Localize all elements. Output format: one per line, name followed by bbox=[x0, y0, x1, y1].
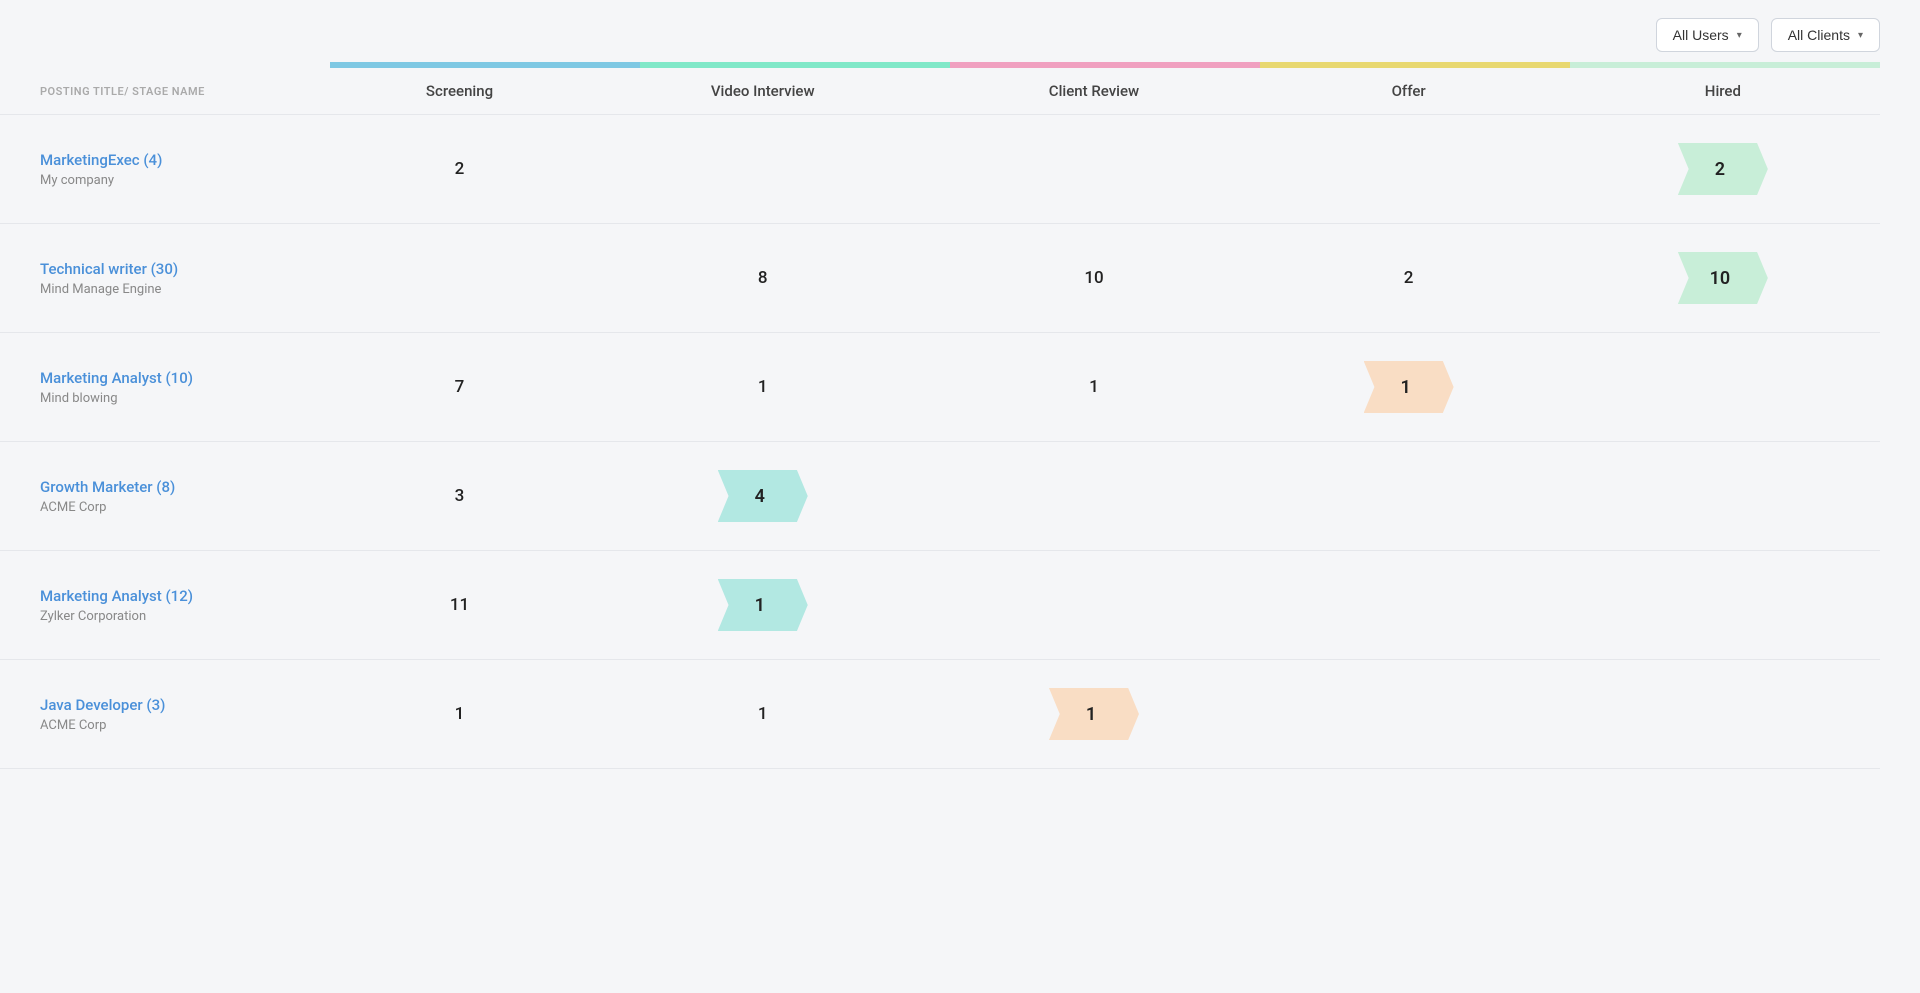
hired-badge: 2 bbox=[1678, 143, 1768, 195]
all-clients-label: All Clients bbox=[1788, 27, 1850, 43]
hired-cell: 10 bbox=[1566, 224, 1880, 333]
color-bar-segment bbox=[1570, 62, 1880, 68]
posting-company: Mind Manage Engine bbox=[40, 282, 310, 297]
client-review-cell: 1 bbox=[936, 660, 1251, 769]
screening-cell: 2 bbox=[330, 115, 589, 224]
video-interview-cell: 1 bbox=[589, 333, 936, 442]
posting-cell: Java Developer (3) ACME Corp bbox=[0, 660, 330, 769]
posting-cell: Growth Marketer (8) ACME Corp bbox=[0, 442, 330, 551]
client-review-cell bbox=[936, 551, 1251, 660]
offer-value: 2 bbox=[1404, 268, 1414, 288]
color-bar bbox=[330, 62, 1880, 68]
video-interview-cell: 1 bbox=[589, 660, 936, 769]
top-controls: All Users ▾ All Clients ▾ bbox=[0, 0, 1920, 62]
offer-cell bbox=[1252, 660, 1566, 769]
hired-cell bbox=[1566, 660, 1880, 769]
hired-cell bbox=[1566, 442, 1880, 551]
client-review-cell bbox=[936, 442, 1251, 551]
posting-cell: Marketing Analyst (10) Mind blowing bbox=[0, 333, 330, 442]
video-interview-cell: 8 bbox=[589, 224, 936, 333]
col-hired: Hired bbox=[1566, 68, 1880, 115]
video-value: 8 bbox=[758, 268, 768, 288]
all-clients-dropdown[interactable]: All Clients ▾ bbox=[1771, 18, 1880, 52]
table-row: Growth Marketer (8) ACME Corp 3 4 bbox=[0, 442, 1880, 551]
posting-title[interactable]: Technical writer (30) bbox=[40, 260, 310, 278]
client-review-cell: 1 bbox=[936, 333, 1251, 442]
posting-title[interactable]: MarketingExec (4) bbox=[40, 151, 310, 169]
posting-company: Zylker Corporation bbox=[40, 609, 310, 624]
client-review-cell bbox=[936, 115, 1251, 224]
table-row: MarketingExec (4) My company 2 2 bbox=[0, 115, 1880, 224]
video-badge: 4 bbox=[718, 470, 808, 522]
color-bar-segment bbox=[640, 62, 950, 68]
offer-cell bbox=[1252, 442, 1566, 551]
table-row: Marketing Analyst (10) Mind blowing 7 1 1 1 bbox=[0, 333, 1880, 442]
hired-cell: 2 bbox=[1566, 115, 1880, 224]
col-screening: Screening bbox=[330, 68, 589, 115]
hired-badge: 10 bbox=[1678, 252, 1768, 304]
video-interview-cell bbox=[589, 115, 936, 224]
table-header-row: POSTING TITLE/ STAGE NAME Screening Vide… bbox=[0, 68, 1880, 115]
client-value: 10 bbox=[1084, 268, 1103, 288]
page-container: All Users ▾ All Clients ▾ POSTING TITLE/… bbox=[0, 0, 1920, 993]
pipeline-table: POSTING TITLE/ STAGE NAME Screening Vide… bbox=[0, 68, 1880, 769]
col-client-review: Client Review bbox=[936, 68, 1251, 115]
screening-value: 11 bbox=[450, 595, 469, 615]
screening-cell: 7 bbox=[330, 333, 589, 442]
offer-cell: 1 bbox=[1252, 333, 1566, 442]
client-badge: 1 bbox=[1049, 688, 1139, 740]
color-bar-segment bbox=[330, 62, 640, 68]
screening-value: 7 bbox=[455, 377, 465, 397]
posting-company: Mind blowing bbox=[40, 391, 310, 406]
col-offer: Offer bbox=[1252, 68, 1566, 115]
col-video-interview: Video Interview bbox=[589, 68, 936, 115]
posting-cell: Marketing Analyst (12) Zylker Corporatio… bbox=[0, 551, 330, 660]
offer-cell bbox=[1252, 115, 1566, 224]
all-users-label: All Users bbox=[1673, 27, 1729, 43]
screening-cell: 1 bbox=[330, 660, 589, 769]
client-value: 1 bbox=[1089, 377, 1099, 397]
hired-cell bbox=[1566, 333, 1880, 442]
table-row: Technical writer (30) Mind Manage Engine… bbox=[0, 224, 1880, 333]
table-row: Java Developer (3) ACME Corp 1 1 1 bbox=[0, 660, 1880, 769]
posting-cell: Technical writer (30) Mind Manage Engine bbox=[0, 224, 330, 333]
posting-title[interactable]: Marketing Analyst (12) bbox=[40, 587, 310, 605]
video-interview-cell: 1 bbox=[589, 551, 936, 660]
table-row: Marketing Analyst (12) Zylker Corporatio… bbox=[0, 551, 1880, 660]
screening-value: 2 bbox=[455, 159, 465, 179]
posting-company: My company bbox=[40, 173, 310, 188]
screening-cell: 3 bbox=[330, 442, 589, 551]
offer-cell bbox=[1252, 551, 1566, 660]
screening-cell bbox=[330, 224, 589, 333]
posting-cell: MarketingExec (4) My company bbox=[0, 115, 330, 224]
screening-value: 1 bbox=[455, 704, 465, 724]
video-interview-cell: 4 bbox=[589, 442, 936, 551]
all-clients-chevron: ▾ bbox=[1858, 30, 1863, 41]
all-users-chevron: ▾ bbox=[1737, 30, 1742, 41]
screening-cell: 11 bbox=[330, 551, 589, 660]
color-bar-segment bbox=[950, 62, 1260, 68]
all-users-dropdown[interactable]: All Users ▾ bbox=[1656, 18, 1759, 52]
posting-title[interactable]: Growth Marketer (8) bbox=[40, 478, 310, 496]
offer-cell: 2 bbox=[1252, 224, 1566, 333]
posting-company: ACME Corp bbox=[40, 500, 310, 515]
client-review-cell: 10 bbox=[936, 224, 1251, 333]
table-wrapper: POSTING TITLE/ STAGE NAME Screening Vide… bbox=[0, 68, 1920, 809]
col-posting: POSTING TITLE/ STAGE NAME bbox=[0, 68, 330, 115]
video-value: 1 bbox=[758, 704, 768, 724]
offer-badge: 1 bbox=[1364, 361, 1454, 413]
posting-company: ACME Corp bbox=[40, 718, 310, 733]
screening-value: 3 bbox=[455, 486, 465, 506]
color-bar-segment bbox=[1260, 62, 1570, 68]
posting-title[interactable]: Java Developer (3) bbox=[40, 696, 310, 714]
video-value: 1 bbox=[758, 377, 768, 397]
video-badge: 1 bbox=[718, 579, 808, 631]
posting-title[interactable]: Marketing Analyst (10) bbox=[40, 369, 310, 387]
hired-cell bbox=[1566, 551, 1880, 660]
